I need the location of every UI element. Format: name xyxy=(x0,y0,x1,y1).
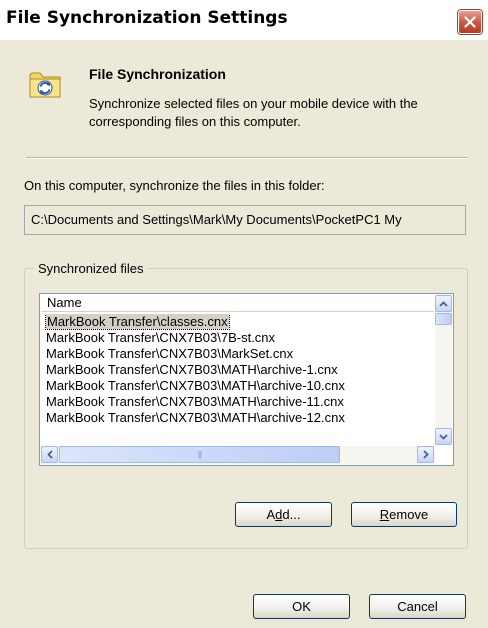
sync-folder-icon xyxy=(29,72,61,98)
synchronized-files-list[interactable]: Name MarkBook Transfer\classes.cnx MarkBo… xyxy=(39,293,454,466)
list-item[interactable]: MarkBook Transfer\CNX7B03\MATH\archive-1… xyxy=(42,410,434,426)
title-bar: File Synchronization Settings xyxy=(0,0,488,40)
horizontal-scrollbar[interactable]: ||| xyxy=(41,446,435,464)
vertical-scroll-thumb[interactable] xyxy=(435,313,452,325)
scroll-down-button[interactable] xyxy=(435,428,452,445)
list-item[interactable]: MarkBook Transfer\CNX7B03\MATH\archive-1… xyxy=(42,362,434,378)
remove-button-label: Remove xyxy=(379,507,429,522)
list-item-label: MarkBook Transfer\CNX7B03\MATH\archive-1… xyxy=(46,410,345,425)
list-item-label: MarkBook Transfer\CNX7B03\MarkSet.cnx xyxy=(46,346,294,361)
list-item-label: MarkBook Transfer\CNX7B03\7B-st.cnx xyxy=(46,330,276,345)
header-title: File Synchronization xyxy=(89,66,226,82)
chevron-down-icon xyxy=(439,433,448,440)
chevron-left-icon xyxy=(46,450,53,459)
list-item[interactable]: MarkBook Transfer\CNX7B03\MATH\archive-1… xyxy=(42,394,434,410)
cancel-button[interactable]: Cancel xyxy=(369,594,466,619)
list-item[interactable]: MarkBook Transfer\CNX7B03\7B-st.cnx xyxy=(42,330,434,346)
horizontal-scroll-thumb[interactable]: ||| xyxy=(59,446,340,463)
folder-path-field: C:\Documents and Settings\Mark\My Docume… xyxy=(24,205,466,235)
list-item-label: MarkBook Transfer\classes.cnx xyxy=(45,314,230,330)
close-icon xyxy=(464,16,476,28)
chevron-right-icon xyxy=(422,450,429,459)
close-button[interactable] xyxy=(458,10,482,34)
separator xyxy=(26,157,468,159)
list-item-label: MarkBook Transfer\CNX7B03\MATH\archive-1… xyxy=(46,362,338,377)
scroll-up-button[interactable] xyxy=(435,295,452,312)
folder-label: On this computer, synchronize the files … xyxy=(24,178,325,193)
list-rows: MarkBook Transfer\classes.cnx MarkBook Tr… xyxy=(42,314,434,426)
header-description: Synchronize selected files on your mobil… xyxy=(89,96,418,129)
synchronized-files-label: Synchronized files xyxy=(34,261,148,276)
scroll-left-button[interactable] xyxy=(41,446,58,463)
list-item[interactable]: MarkBook Transfer\CNX7B03\MATH\archive-1… xyxy=(42,378,434,394)
list-item-label: MarkBook Transfer\CNX7B03\MATH\archive-1… xyxy=(46,394,344,409)
ok-button[interactable]: OK xyxy=(253,594,350,619)
grip-icon: ||| xyxy=(197,450,202,459)
window-title: File Synchronization Settings xyxy=(6,8,288,28)
chevron-up-icon xyxy=(439,300,448,307)
column-header-name[interactable]: Name xyxy=(41,295,434,312)
add-button[interactable]: Add... xyxy=(235,502,332,527)
scroll-right-button[interactable] xyxy=(417,446,434,463)
remove-button[interactable]: Remove xyxy=(351,502,457,527)
list-item[interactable]: MarkBook Transfer\CNX7B03\MarkSet.cnx xyxy=(42,346,434,362)
add-button-label: Add... xyxy=(266,507,301,522)
list-item[interactable]: MarkBook Transfer\classes.cnx xyxy=(42,314,434,330)
list-item-label: MarkBook Transfer\CNX7B03\MATH\archive-1… xyxy=(46,378,345,393)
vertical-scrollbar[interactable] xyxy=(435,295,452,445)
